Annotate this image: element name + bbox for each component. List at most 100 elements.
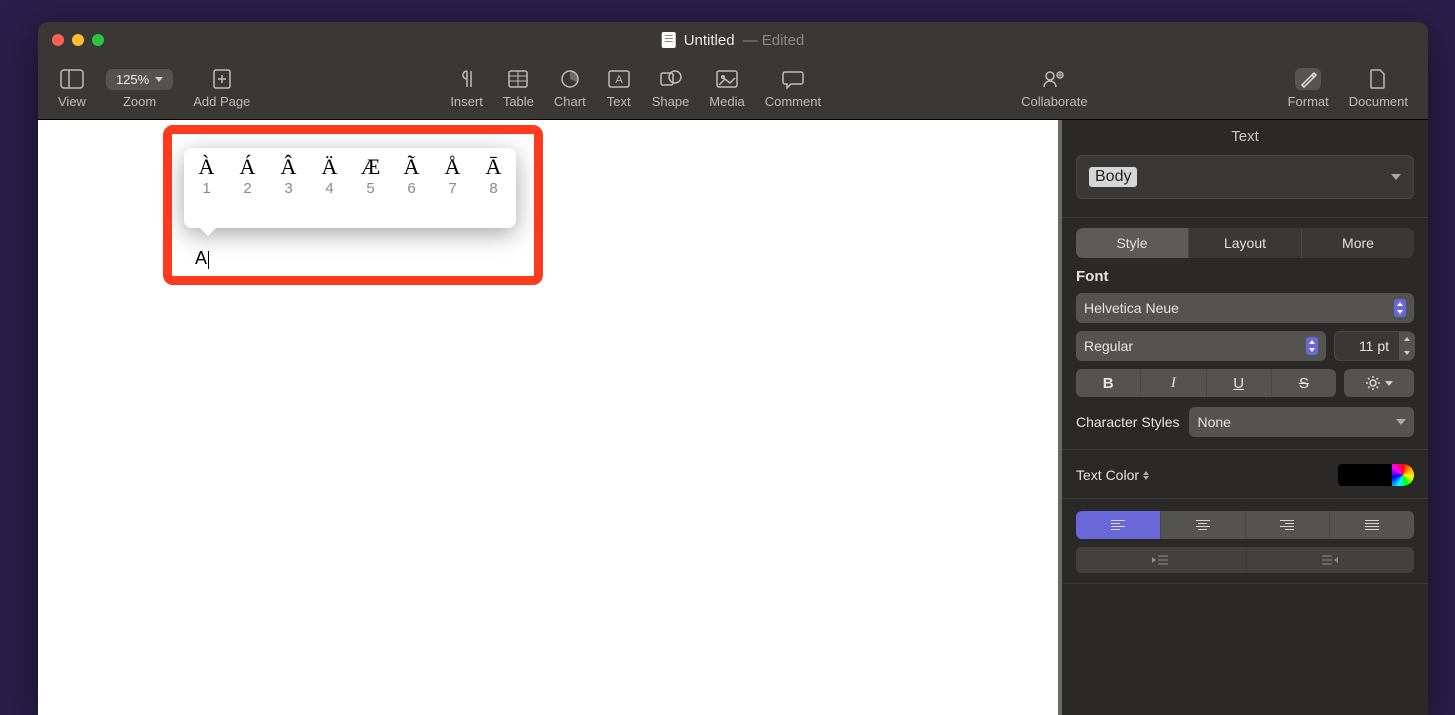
- zoom-pill[interactable]: 125%: [106, 69, 173, 90]
- add-page-button[interactable]: Add Page: [193, 68, 250, 109]
- zoom-button[interactable]: 125% Zoom: [106, 69, 173, 109]
- comment-icon: [780, 68, 806, 90]
- align-center-button[interactable]: [1161, 511, 1246, 539]
- strikethrough-button[interactable]: S: [1272, 369, 1336, 397]
- document-icon: [662, 32, 676, 48]
- align-left-button[interactable]: [1076, 511, 1161, 539]
- accent-option-4[interactable]: Ä: [313, 154, 347, 180]
- accent-option-3[interactable]: Â: [272, 154, 306, 180]
- typed-character: A: [195, 248, 209, 269]
- font-weight-value: Regular: [1084, 338, 1133, 354]
- accent-key-8: 8: [477, 180, 511, 197]
- zoom-value: 125%: [116, 72, 149, 87]
- text-label: Text: [607, 94, 631, 109]
- view-icon: [59, 68, 85, 90]
- document-settings-icon: [1365, 68, 1391, 90]
- view-button[interactable]: View: [58, 68, 86, 109]
- font-family-select[interactable]: Helvetica Neue: [1076, 293, 1414, 323]
- chevron-down-icon: [1385, 381, 1393, 386]
- tab-layout[interactable]: Layout: [1189, 228, 1302, 258]
- accent-key-3: 3: [272, 180, 306, 197]
- collaborate-button[interactable]: Collaborate: [1021, 58, 1088, 119]
- format-inspector: Text Body Style Layout More Font Helveti…: [1062, 120, 1428, 715]
- color-wheel-icon[interactable]: [1392, 464, 1414, 486]
- accent-chars-row: À Á Â Ä Æ Ã Å Ā: [186, 154, 514, 180]
- close-window-button[interactable]: [52, 34, 64, 46]
- stepper-up[interactable]: [1399, 332, 1415, 346]
- chart-button[interactable]: Chart: [554, 68, 586, 109]
- shape-button[interactable]: Shape: [652, 68, 690, 109]
- chevron-down-icon: [1391, 174, 1401, 180]
- align-justify-button[interactable]: [1330, 511, 1414, 539]
- accent-key-5: 5: [354, 180, 388, 197]
- main-area: A À Á Â Ä Æ Ã Å Ā 1 2 3: [38, 120, 1428, 715]
- text-color-control[interactable]: [1338, 464, 1414, 486]
- titlebar: Untitled — Edited: [38, 22, 1428, 58]
- text-color-label: Text Color: [1076, 467, 1149, 483]
- gear-icon: [1365, 375, 1381, 391]
- accent-option-1[interactable]: À: [190, 154, 224, 180]
- format-label: Format: [1288, 94, 1329, 109]
- accent-key-4: 4: [313, 180, 347, 197]
- minimize-window-button[interactable]: [72, 34, 84, 46]
- accent-option-8[interactable]: Ā: [477, 154, 511, 180]
- format-button[interactable]: Format: [1288, 68, 1329, 109]
- inspector-tabs: Style Layout More: [1076, 228, 1414, 258]
- paragraph-style-value: Body: [1089, 167, 1137, 187]
- document-label: Document: [1349, 94, 1408, 109]
- color-swatch[interactable]: [1338, 464, 1392, 486]
- font-size-stepper[interactable]: [1399, 332, 1415, 360]
- accent-option-6[interactable]: Ã: [395, 154, 429, 180]
- tab-style[interactable]: Style: [1076, 228, 1189, 258]
- table-button[interactable]: Table: [503, 68, 534, 109]
- fullscreen-window-button[interactable]: [92, 34, 104, 46]
- text-button[interactable]: A Text: [606, 68, 632, 109]
- format-icon: [1295, 68, 1321, 90]
- text-cursor: [208, 251, 209, 269]
- tab-more[interactable]: More: [1302, 228, 1414, 258]
- accent-key-1: 1: [190, 180, 224, 197]
- media-button[interactable]: Media: [709, 68, 744, 109]
- toolbar: View 125% Zoom Add Page Insert Table: [38, 58, 1428, 120]
- advanced-options-button[interactable]: [1344, 369, 1414, 397]
- textbox-icon: A: [606, 68, 632, 90]
- document-canvas[interactable]: A À Á Â Ä Æ Ã Å Ā 1 2 3: [38, 120, 1062, 715]
- traffic-lights: [52, 34, 104, 46]
- accent-picker-popup: À Á Â Ä Æ Ã Å Ā 1 2 3 4 5: [184, 148, 516, 228]
- font-weight-select[interactable]: Regular: [1076, 331, 1326, 361]
- text-style-segmented: B I U S: [1076, 369, 1336, 397]
- insert-button[interactable]: Insert: [450, 68, 483, 109]
- decrease-indent-button[interactable]: [1076, 547, 1246, 573]
- font-size-field[interactable]: 11 pt: [1334, 331, 1414, 361]
- insert-label: Insert: [450, 94, 483, 109]
- accent-key-6: 6: [395, 180, 429, 197]
- accent-option-5[interactable]: Æ: [354, 154, 388, 180]
- font-section-label: Font: [1076, 268, 1414, 285]
- increase-indent-button[interactable]: [1246, 547, 1415, 573]
- inspector-title: Text: [1062, 120, 1428, 155]
- italic-button[interactable]: I: [1141, 369, 1206, 397]
- accent-nums-row: 1 2 3 4 5 6 7 8: [186, 180, 514, 197]
- document-name: Untitled: [684, 32, 735, 49]
- character-styles-select[interactable]: None: [1189, 407, 1414, 437]
- accent-option-2[interactable]: Á: [231, 154, 265, 180]
- chart-label: Chart: [554, 94, 586, 109]
- document-button[interactable]: Document: [1349, 68, 1408, 109]
- updown-arrows-icon: [1306, 337, 1318, 355]
- updown-arrows-icon: [1394, 299, 1406, 317]
- stepper-down[interactable]: [1399, 346, 1415, 360]
- accent-option-7[interactable]: Å: [436, 154, 470, 180]
- page[interactable]: A À Á Â Ä Æ Ã Å Ā 1 2 3: [38, 120, 1058, 715]
- font-family-value: Helvetica Neue: [1084, 300, 1179, 316]
- underline-button[interactable]: U: [1207, 369, 1272, 397]
- media-label: Media: [709, 94, 744, 109]
- view-label: View: [58, 94, 86, 109]
- chevron-down-icon: [155, 77, 163, 82]
- shape-label: Shape: [652, 94, 690, 109]
- paragraph-style-select[interactable]: Body: [1076, 155, 1414, 199]
- comment-button[interactable]: Comment: [765, 68, 821, 109]
- font-size-value: 11 pt: [1359, 338, 1389, 354]
- zoom-label: Zoom: [123, 94, 156, 109]
- bold-button[interactable]: B: [1076, 369, 1141, 397]
- align-right-button[interactable]: [1246, 511, 1331, 539]
